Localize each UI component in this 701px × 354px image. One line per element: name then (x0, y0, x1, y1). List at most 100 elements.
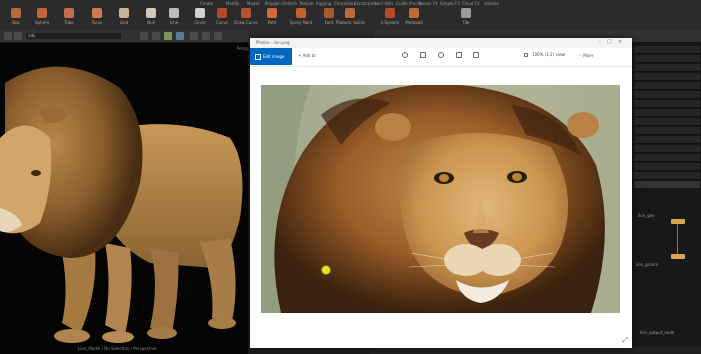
sphere-icon (37, 8, 47, 18)
panel-row (634, 73, 700, 81)
viewport-camera-label[interactable]: Persp (237, 46, 248, 51)
favorite-icon[interactable] (438, 52, 444, 58)
shelf-tool-button[interactable]: Torus (83, 8, 111, 28)
shelf-tab[interactable]: Polygon (265, 1, 281, 7)
shelf-tool-button[interactable]: Sphere (28, 8, 56, 28)
shelf-tool-button[interactable]: Metaball (400, 8, 428, 28)
torus-icon (92, 8, 102, 18)
panel-row (634, 136, 700, 144)
shelf-tool-button[interactable]: Draw Curve (232, 8, 260, 28)
panel-row (634, 118, 700, 126)
shelf-tab[interactable]: Model (247, 1, 259, 7)
shelf-tool-button[interactable]: Tube (55, 8, 83, 28)
snap-icon[interactable] (214, 32, 222, 40)
node-a-label: lion_geo (638, 213, 655, 218)
null-icon (146, 8, 156, 18)
shelf-tab[interactable]: Modify (226, 1, 239, 7)
shelf-tab[interactable]: Constraints (354, 1, 377, 7)
shelf-tool-label: Path (267, 20, 277, 25)
panel-row (634, 163, 700, 171)
platonic-icon (345, 8, 355, 18)
shelf-tool-button[interactable]: Platonic Solids (336, 8, 365, 28)
panel-row (634, 109, 700, 117)
file-icon (461, 8, 471, 18)
transform-tool-icon[interactable] (152, 32, 160, 40)
metaball-icon (409, 8, 419, 18)
network-status-label: lion_output_node (640, 330, 675, 335)
more-button[interactable]: ⋯ More (578, 53, 593, 58)
grid-icon (119, 8, 129, 18)
select-tool-icon[interactable] (140, 32, 148, 40)
photo-viewer-window[interactable]: Photos - lion.png –□× Edit image + Add t… (250, 38, 632, 348)
zoom-readout[interactable]: 100% (1:1) view (532, 52, 565, 57)
minimize-icon[interactable]: – (599, 39, 608, 45)
rotate-tool-icon[interactable] (164, 32, 172, 40)
path-field[interactable]: /obj (26, 33, 121, 39)
window-controls: –□× (599, 39, 628, 45)
tube-icon (64, 8, 74, 18)
curve-icon (217, 8, 227, 18)
shelf-tab[interactable]: Volume (484, 1, 499, 7)
panel-row (634, 55, 700, 63)
delete-icon[interactable] (420, 52, 426, 58)
shelf-tool-button[interactable]: Path (258, 8, 286, 28)
shelf-tool-label: Line (169, 20, 179, 25)
edit-image-label: Edit image (263, 54, 285, 59)
panel-row (634, 64, 700, 72)
window-title: Photos - lion.png (256, 40, 290, 45)
shelf-tab[interactable]: Terrain FX (418, 1, 438, 7)
shelf-tool-label: Box (12, 20, 20, 25)
shelf-tool-button[interactable]: File (452, 8, 480, 28)
shelf-tool-label: Grid (119, 20, 129, 25)
zoom-icon[interactable] (402, 52, 408, 58)
shelf-tool-button[interactable]: Grid (110, 8, 138, 28)
cursor-highlight (321, 265, 331, 275)
add-to-button[interactable]: + Add to (298, 53, 316, 58)
shelf-tab[interactable]: Simple FX (440, 1, 460, 7)
close-icon[interactable]: × (618, 39, 628, 45)
box-icon (11, 8, 21, 18)
shelf-tab[interactable]: Deform (282, 1, 297, 7)
network-header (634, 181, 700, 189)
lion-photo-image (261, 85, 620, 313)
edit-icon (255, 53, 261, 60)
shelf-tool-label: Spray Paint (289, 20, 313, 25)
edit-image-button[interactable]: Edit image (250, 48, 292, 65)
panel-row (634, 154, 700, 162)
rotate-icon[interactable] (456, 52, 462, 58)
network-node-a[interactable] (671, 219, 685, 224)
window-titlebar[interactable]: Photos - lion.png –□× (250, 38, 632, 48)
shelf-tab[interactable]: Texture (299, 1, 314, 7)
forward-arrow-icon[interactable] (14, 32, 22, 40)
light-icon[interactable] (190, 32, 198, 40)
shelf-toolbar: Create Modify Model Polygon Deform Texture Rig… (0, 0, 701, 31)
shelf-tool-button[interactable]: Line (160, 8, 188, 28)
expand-icon[interactable]: ⤢ (622, 336, 628, 345)
chevron-down-icon[interactable]: ⌄ (562, 51, 566, 57)
shelf-tool-button[interactable]: Box (2, 8, 30, 28)
lion-photo[interactable] (261, 85, 620, 313)
shelf-tab[interactable]: Rigging (316, 1, 331, 7)
shelf-tab[interactable]: Hair Utils (375, 1, 393, 7)
fit-icon[interactable] (524, 53, 528, 57)
shelf-tab[interactable]: Characters (334, 1, 356, 7)
shelf-tab[interactable]: Create (200, 1, 213, 7)
panel-row (634, 100, 700, 108)
font-icon (324, 8, 334, 18)
panel-row (634, 172, 700, 180)
network-node-b[interactable] (671, 254, 685, 259)
crop-icon[interactable] (473, 52, 479, 58)
shelf-tool-button[interactable]: Spray Paint (287, 8, 315, 28)
l-system-icon (385, 8, 395, 18)
camera-icon[interactable] (202, 32, 210, 40)
shelf-tool-label: File (462, 20, 470, 25)
spray-paint-icon (296, 8, 306, 18)
scale-tool-icon[interactable] (176, 32, 184, 40)
shelf-tool-label: Sphere (34, 20, 50, 25)
scene-viewport[interactable] (0, 43, 248, 354)
back-arrow-icon[interactable] (4, 32, 12, 40)
shelf-tool-label: Platonic Solids (336, 20, 365, 25)
shelf-tab[interactable]: Cloud FX (462, 1, 480, 7)
shelf-tool-label: Torus (91, 20, 103, 25)
maximize-icon[interactable]: □ (607, 39, 618, 45)
